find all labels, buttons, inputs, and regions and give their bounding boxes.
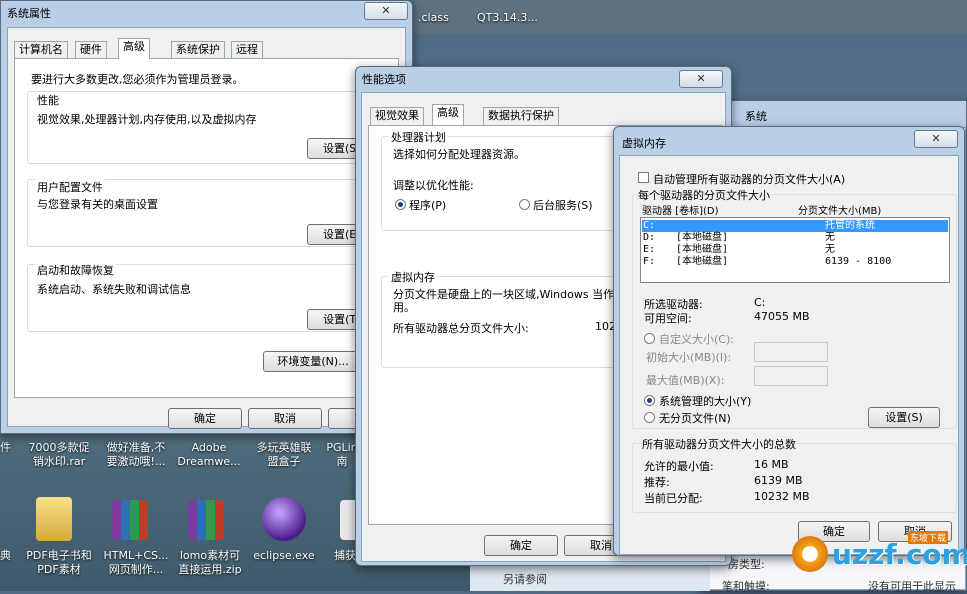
desktop-icon-label[interactable]: Adobe Dreamwe... [174,441,244,469]
drive-list[interactable]: C: 托管的系统 D: [本地磁盘] 无 E: [本地磁盘] 无 F: [本地磁盘] 6139… [640,217,950,283]
system-info-value: 没有可用于此显示 [868,580,956,593]
desktop-icon-label[interactable]: lomo素材可 直接运用.zip [174,549,246,577]
tab-computer-name[interactable]: 计算机名 [14,41,68,59]
tab-data-execution-prevention[interactable]: 数据执行保护 [483,107,559,125]
drive-row[interactable]: C: 托管的系统 [642,220,948,232]
currently-allocated-label: 当前已分配: [644,492,703,505]
tab-advanced[interactable]: 高级 [432,104,464,125]
drive-row[interactable]: D: [本地磁盘] 无 [642,232,948,244]
watermark-logo-icon [792,536,828,572]
desktop-icon-label[interactable]: eclipse.exe [248,549,320,563]
custom-size-label[interactable]: 自定义大小(C): [659,331,734,347]
programs-label[interactable]: 程序(P) [409,197,446,213]
background-services-label[interactable]: 后台服务(S) [533,197,593,213]
tab-panel: 要进行大多数更改,您必须作为管理员登录。 性能 视觉效果,处理器计划,内存使用,… [14,58,407,398]
group-title: 用户配置文件 [35,179,105,195]
custom-size-radio[interactable] [644,333,655,344]
window-title: 系统 [745,110,767,123]
close-button[interactable]: ✕ [364,2,408,20]
free-space-value: 47055 MB [754,310,810,323]
window-title: 性能选项 [362,73,406,86]
set-button[interactable]: 设置(S) [868,407,940,428]
system-info-label: 笔和触摸: [722,580,770,593]
no-paging-radio[interactable] [644,412,655,423]
group-title: 性能 [35,92,61,108]
background-services-radio[interactable] [519,199,530,210]
desktop-icon-label[interactable]: 做好准备,不 要激动哦!... [98,441,174,469]
dialog-body: 自动管理所有驱动器的分页文件大小(A) 每个驱动器的分页文件大小 驱动器 [卷标… [619,155,959,555]
close-button[interactable]: ✕ [914,130,958,148]
window-title: 虚拟内存 [622,137,666,150]
tab-advanced[interactable]: 高级 [118,38,150,59]
desktop-icon-label[interactable]: 7000多款促 销水印.rar [22,441,96,469]
group-title: 所有驱动器分页文件大小的总数 [640,436,798,452]
auto-manage-checkbox[interactable] [638,172,649,183]
group-title: 每个驱动器的分页文件大小 [636,187,772,203]
dialog-body: 计算机名 硬件 高级 系统保护 远程 要进行大多数更改,您必须作为管理员登录。 … [7,27,407,429]
tab-hardware[interactable]: 硬件 [75,41,107,59]
watermark-subtext: 东坡下载 [908,531,949,544]
close-button[interactable]: ✕ [679,70,723,88]
desktop-label: 典 [0,549,11,562]
drive-row[interactable]: E: [本地磁盘] 无 [642,244,948,256]
desktop-icon-label[interactable]: PDF电子书和 PDF素材 [20,549,98,577]
tab-visual-effects[interactable]: 视觉效果 [370,107,424,125]
virtual-memory-dialog: 虚拟内存 ✕ 自动管理所有驱动器的分页文件大小(A) 每个驱动器的分页文件大小 … [613,126,965,556]
free-space-label: 可用空间: [644,312,692,325]
tab-remote[interactable]: 远程 [231,41,263,59]
system-info-label: 房类型: [728,558,765,571]
window-title: 系统属性 [7,7,51,20]
min-allowed-value: 16 MB [754,458,789,471]
see-also-label: 另请参阅 [503,573,547,586]
column-header-drive: 驱动器 [卷标](D) [642,206,719,217]
drive-row[interactable]: F: [本地磁盘] 6139 - 8100 [642,256,948,268]
desktop-icon-label[interactable]: 多玩英雄联 盟盒子 [246,441,322,469]
group-desc: 视觉效果,处理器计划,内存使用,以及虚拟内存 [37,113,257,126]
max-size-label: 最大值(MB)(X): [646,374,725,387]
winrar-archive-icon[interactable] [188,500,224,540]
eclipse-icon[interactable] [262,497,306,541]
watermark: uzzf.com 东坡下载 [792,530,967,580]
desktop-icon-label[interactable]: HTML+CS... 网页制作... [98,549,174,577]
system-managed-radio[interactable] [644,395,655,406]
ok-button[interactable]: 确定 [484,535,558,556]
column-header-size: 分页文件大小(MB) [798,206,882,217]
group-title: 启动和故障恢复 [35,262,116,278]
currently-allocated-value: 10232 MB [754,490,810,503]
max-size-input[interactable] [754,366,828,386]
recommended-value: 6139 MB [754,474,803,487]
initial-size-input[interactable] [754,342,828,362]
vm-total-label: 所有驱动器总分页文件大小: [393,322,529,335]
no-paging-label[interactable]: 无分页文件(N) [659,410,731,426]
desktop-strip-item[interactable]: QT3.14.3... [477,11,538,24]
optimize-label: 调整以优化性能: [393,179,474,192]
ok-button[interactable]: 确定 [168,408,242,429]
desktop-label: 件 [0,441,11,454]
min-allowed-label: 允许的最小值: [644,460,714,473]
auto-manage-label[interactable]: 自动管理所有驱动器的分页文件大小(A) [653,171,845,187]
recommended-label: 推荐: [644,476,670,489]
group-desc: 选择如何分配处理器资源。 [393,148,525,161]
desktop-strip-item[interactable]: .class [418,11,449,24]
system-properties-dialog: 系统属性 ✕ 计算机名 硬件 高级 系统保护 远程 要进行大多数更改,您必须作为… [0,0,413,434]
tab-system-protection[interactable]: 系统保护 [171,41,225,59]
admin-notice: 要进行大多数更改,您必须作为管理员登录。 [31,73,244,86]
system-managed-label[interactable]: 系统管理的大小(Y) [659,393,751,409]
folder-icon[interactable] [36,497,72,541]
initial-size-label: 初始大小(MB)(I): [646,351,732,364]
programs-radio[interactable] [395,199,406,210]
group-desc: 与您登录有关的桌面设置 [37,198,158,211]
group-desc: 系统启动、系统失败和调试信息 [37,283,191,296]
environment-variables-button[interactable]: 环境变量(N)... [263,351,363,372]
group-title: 虚拟内存 [389,269,437,285]
desktop-top-strip: .class QT3.14.3... [415,0,967,34]
selected-drive-value: C: [754,296,766,309]
group-title: 处理器计划 [389,129,448,145]
cancel-button[interactable]: 取消 [248,408,322,429]
winrar-archive-icon[interactable] [112,500,148,540]
